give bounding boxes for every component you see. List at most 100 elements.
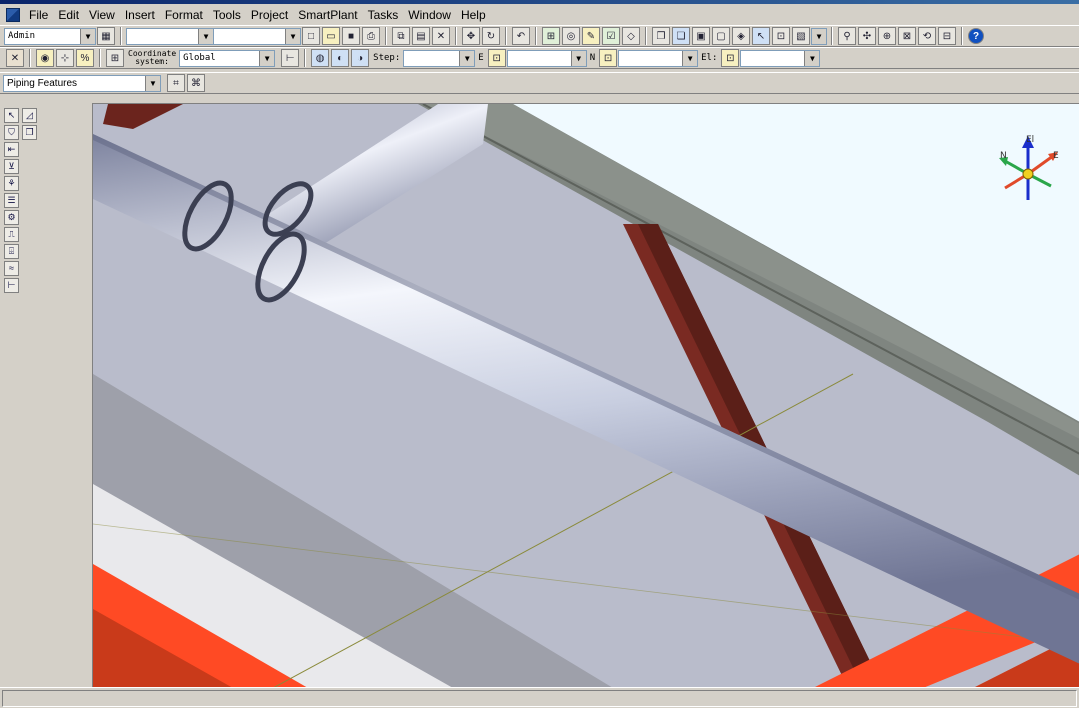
rotate-view-icon[interactable]: ⟲ — [918, 27, 936, 45]
select-icon[interactable]: ↖ — [4, 108, 19, 123]
select-tool-icon[interactable]: ↖ — [752, 27, 770, 45]
chevron-down-icon: ▼ — [198, 28, 213, 44]
sloped-pipe-icon[interactable]: ≈ — [4, 261, 19, 276]
status-text — [2, 690, 1077, 707]
reposition-icon[interactable]: ◑ — [351, 49, 370, 67]
target-icon[interactable]: ◉ — [36, 49, 54, 67]
el-select[interactable]: ▼ — [740, 49, 821, 67]
copy-view-icon[interactable]: ❏ — [672, 27, 690, 45]
shading-icon[interactable]: ◈ — [732, 27, 750, 45]
chevron-down-icon: ▼ — [259, 50, 275, 66]
specialty-icon[interactable]: ⎍ — [4, 227, 19, 242]
compass-el-label: El — [1026, 135, 1034, 145]
menu-tasks[interactable]: Tasks — [363, 6, 404, 24]
paste-icon[interactable]: ▤ — [412, 27, 430, 45]
app-icon[interactable] — [6, 7, 20, 22]
toolbar-separator — [645, 27, 647, 45]
connect-icon[interactable]: ⊞ — [542, 27, 560, 45]
copy-paste-icon[interactable]: ❐ — [22, 125, 37, 140]
toolbar-separator — [505, 27, 507, 45]
filter-select[interactable]: ▼ — [213, 27, 301, 45]
menu-file[interactable]: File — [24, 6, 53, 24]
views-icon[interactable]: ❐ — [652, 27, 670, 45]
graphic-view[interactable]: El E N — [92, 103, 1079, 687]
feature-option-1-icon[interactable]: ⌗ — [167, 74, 185, 92]
insert-split-icon[interactable]: ⇤ — [4, 142, 19, 157]
percent-icon[interactable]: % — [76, 49, 94, 67]
open-icon[interactable]: ▭ — [322, 27, 340, 45]
print-icon[interactable]: ⎙ — [362, 27, 380, 45]
menu-help[interactable]: Help — [456, 6, 491, 24]
toolbar-separator — [455, 27, 457, 45]
spool-icon[interactable]: ⌹ — [4, 244, 19, 259]
el-label: El: — [701, 53, 718, 63]
application-window: File Edit View Insert Format Tools Proje… — [0, 0, 1079, 708]
insert-note-icon[interactable]: ✎ — [582, 27, 600, 45]
menu-tools[interactable]: Tools — [208, 6, 246, 24]
zoom-icon[interactable]: ⚲ — [838, 27, 856, 45]
view-dropdown[interactable]: ▼ — [811, 27, 827, 45]
pan-icon[interactable]: ✣ — [858, 27, 876, 45]
move-icon[interactable]: ✥ — [462, 27, 480, 45]
menu-view[interactable]: View — [84, 6, 120, 24]
rotate-icon[interactable]: ↻ — [482, 27, 500, 45]
workspace-icon[interactable]: ▣ — [692, 27, 710, 45]
lock-el-icon[interactable]: ⊡ — [721, 49, 740, 67]
model-render: El E N — [93, 104, 1079, 687]
spherical-icon[interactable]: ◍ — [311, 49, 330, 67]
undo-icon[interactable]: ↶ — [512, 27, 530, 45]
toolbar-separator — [535, 27, 537, 45]
feature-option-2-icon[interactable]: ⌘ — [187, 74, 205, 92]
menu-format[interactable]: Format — [160, 6, 208, 24]
e-select[interactable]: ▼ — [506, 49, 587, 67]
chevron-down-icon: ▼ — [804, 50, 820, 66]
measure-icon[interactable]: ◎ — [562, 27, 580, 45]
common-views-icon[interactable]: ⊟ — [938, 27, 956, 45]
group-icon[interactable]: ⊡ — [772, 27, 790, 45]
instrument-icon[interactable]: ⚙ — [4, 210, 19, 225]
copy-icon[interactable]: ⧉ — [392, 27, 410, 45]
insert-weld-icon[interactable]: ⚘ — [4, 176, 19, 191]
menu-window[interactable]: Window — [403, 6, 456, 24]
lock-n-icon[interactable]: ⊡ — [599, 49, 618, 67]
toolbar-separator — [304, 49, 307, 67]
properties-button[interactable]: ▦ — [97, 27, 115, 45]
standard-toolbar: Admin ▼ ▦ ▼ ▼ □ ▭ ■ ⎙ ⧉ ▤ ✕ ✥ ↻ ↶ ⊞ ◎ ✎ ☑… — [0, 25, 1079, 47]
hide-icon[interactable]: ▧ — [792, 27, 810, 45]
menu-insert[interactable]: Insert — [120, 6, 160, 24]
insert-tag-icon[interactable]: ☰ — [4, 193, 19, 208]
workspace-filter-select[interactable]: ▼ — [126, 27, 214, 45]
window-icon[interactable]: ▢ — [712, 27, 730, 45]
insert-component-icon[interactable]: ⛉ — [4, 125, 19, 140]
fit-icon[interactable]: ⊠ — [898, 27, 916, 45]
pick-coordinate-icon[interactable]: ⊞ — [106, 49, 124, 67]
save-icon[interactable]: ■ — [342, 27, 360, 45]
feature-mode-select[interactable]: Piping Features ▼ — [3, 74, 161, 92]
relative-icon[interactable]: ⊹ — [56, 49, 74, 67]
delete-icon[interactable]: ✕ — [432, 27, 450, 45]
toolbar-separator — [99, 49, 101, 67]
menu-smartplant[interactable]: SmartPlant — [293, 6, 362, 24]
menu-edit[interactable]: Edit — [53, 6, 84, 24]
compass-e-label: E — [1053, 151, 1059, 161]
dimension-icon[interactable]: ⊢ — [4, 278, 19, 293]
n-label: N — [589, 53, 596, 63]
check-icon[interactable]: ☑ — [602, 27, 620, 45]
n-select[interactable]: ▼ — [618, 49, 699, 67]
zoom-area-icon[interactable]: ⊕ — [878, 27, 896, 45]
new-icon[interactable]: □ — [302, 27, 320, 45]
close-toolbar-icon[interactable]: ✕ — [6, 49, 24, 67]
menu-project[interactable]: Project — [246, 6, 293, 24]
rectangular-coordinates-icon[interactable]: ⊢ — [281, 49, 300, 67]
coordinate-system-select[interactable]: Global ▼ — [179, 49, 276, 67]
chevron-down-icon: ▼ — [682, 50, 698, 66]
lock-e-icon[interactable]: ⊡ — [487, 49, 506, 67]
permission-group-select[interactable]: Admin ▼ — [4, 27, 96, 45]
eraser-icon[interactable]: ◇ — [622, 27, 640, 45]
step-select[interactable]: ▼ — [403, 49, 476, 67]
help-icon[interactable]: ? — [968, 28, 984, 44]
insert-tap-icon[interactable]: ⊻ — [4, 159, 19, 174]
compass-n-label: N — [1000, 151, 1007, 161]
cylindrical-icon[interactable]: ◐ — [331, 49, 350, 67]
route-pipe-icon[interactable]: ◿ — [22, 108, 37, 123]
